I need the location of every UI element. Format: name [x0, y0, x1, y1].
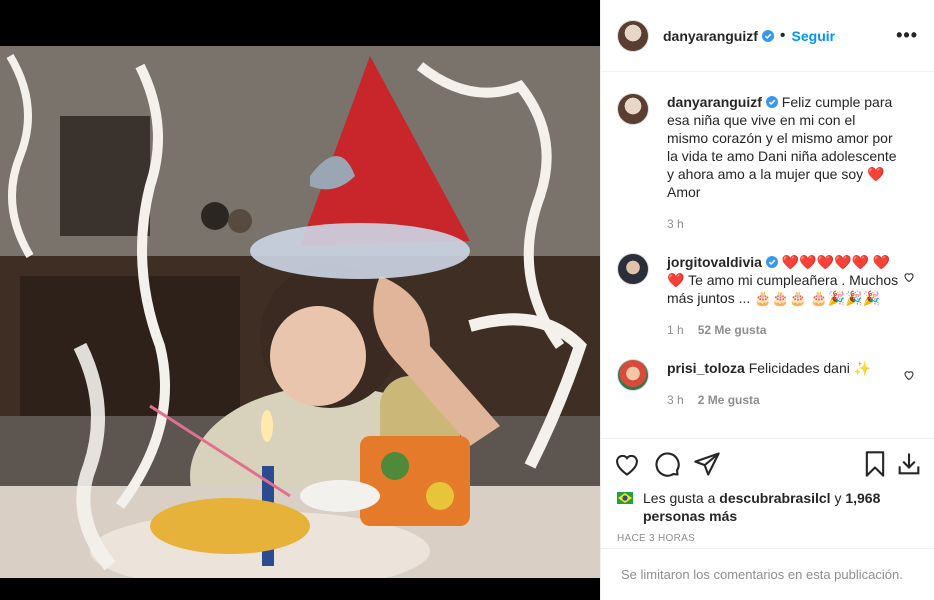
- follow-button[interactable]: Seguir: [792, 28, 836, 44]
- like-comment-heart-icon[interactable]: [903, 271, 915, 283]
- brazil-flag-icon: [617, 492, 633, 504]
- verified-badge-icon: [765, 96, 778, 108]
- like-comment-heart-icon[interactable]: [903, 369, 915, 381]
- party-emoji: 🎂🎉🎉🎉: [810, 290, 881, 306]
- verified-badge-icon: [761, 29, 774, 42]
- comment-time[interactable]: 1 h: [667, 321, 684, 339]
- posted-time[interactable]: HACE 3 HORAS: [601, 533, 934, 544]
- comment-body: jorgitovaldivia ❤️❤️❤️❤️❤️ ❤️❤️ Te amo m…: [667, 253, 899, 339]
- like-heart-icon[interactable]: [613, 450, 641, 478]
- share-paper-plane-icon[interactable]: [693, 450, 721, 478]
- comments-limited-notice: Se limitaron los comentarios en esta pub…: [601, 548, 934, 600]
- caption-avatar[interactable]: [617, 93, 649, 125]
- caption-username[interactable]: danyaranguizf: [667, 94, 762, 110]
- likes-summary: Les gusta a descubrabrasilcl y 1,968 per…: [601, 489, 934, 525]
- post-header: danyaranguizf • Seguir •••: [601, 0, 934, 72]
- instagram-post-view: danyaranguizf • Seguir ••• danyaranguizf…: [0, 0, 934, 600]
- caption-item: danyaranguizf Feliz cumple para esa niña…: [601, 73, 934, 233]
- post-actions: Les gusta a descubrabrasilcl y 1,968 per…: [601, 438, 934, 548]
- comment-text: Felicidades dani: [748, 360, 850, 376]
- comment-avatar[interactable]: [617, 253, 649, 285]
- caption-body: danyaranguizf Feliz cumple para esa niña…: [667, 93, 899, 233]
- comment-meta: 3 h 2 Me gusta: [667, 391, 899, 409]
- comment-meta: 1 h 52 Me gusta: [667, 321, 899, 339]
- sparkle-emoji: ✨: [853, 360, 872, 376]
- separator-dot: •: [779, 26, 786, 44]
- post-side-panel: danyaranguizf • Seguir ••• danyaranguizf…: [600, 0, 934, 600]
- action-bar: [601, 439, 934, 489]
- comments-list[interactable]: danyaranguizf Feliz cumple para esa niña…: [601, 73, 934, 438]
- comment-body: prisi_toloza Felicidades dani ✨ 3 h 2 Me…: [667, 359, 899, 409]
- heart-emoji: ❤️: [867, 166, 885, 182]
- caption-meta: 3 h: [667, 215, 899, 233]
- comment-item: prisi_toloza Felicidades dani ✨ 3 h 2 Me…: [601, 339, 934, 409]
- hearts-emoji: ❤️❤️❤️❤️❤️: [781, 254, 869, 270]
- comment-time[interactable]: 3 h: [667, 391, 684, 409]
- cake-emoji: 🎂🎂🎂: [754, 290, 807, 306]
- comment-username[interactable]: jorgitovaldivia: [667, 254, 762, 270]
- more-options-icon[interactable]: •••: [896, 25, 918, 46]
- author-username[interactable]: danyaranguizf: [663, 28, 758, 44]
- likes-user-link[interactable]: descubrabrasilcl: [719, 490, 830, 506]
- comment-item: jorgitovaldivia ❤️❤️❤️❤️❤️ ❤️❤️ Te amo m…: [601, 233, 934, 339]
- likes-and: y: [834, 490, 842, 506]
- caption-text-end: Amor: [667, 184, 701, 200]
- caption-time[interactable]: 3 h: [667, 215, 684, 233]
- download-icon[interactable]: [895, 450, 923, 478]
- likes-prefix: Les gusta a: [643, 490, 716, 506]
- comment-likes[interactable]: 2 Me gusta: [698, 391, 760, 409]
- post-media: [0, 0, 600, 600]
- author-avatar[interactable]: [617, 19, 649, 52]
- comment-likes[interactable]: 52 Me gusta: [698, 321, 767, 339]
- comment-bubble-icon[interactable]: [653, 450, 681, 478]
- save-bookmark-icon[interactable]: [861, 450, 889, 478]
- likes-text: Les gusta a descubrabrasilcl y 1,968 per…: [643, 489, 919, 525]
- verified-badge-icon: [765, 256, 778, 268]
- post-photo[interactable]: [0, 46, 600, 578]
- comment-username[interactable]: prisi_toloza: [667, 360, 745, 376]
- comment-avatar[interactable]: [617, 359, 649, 391]
